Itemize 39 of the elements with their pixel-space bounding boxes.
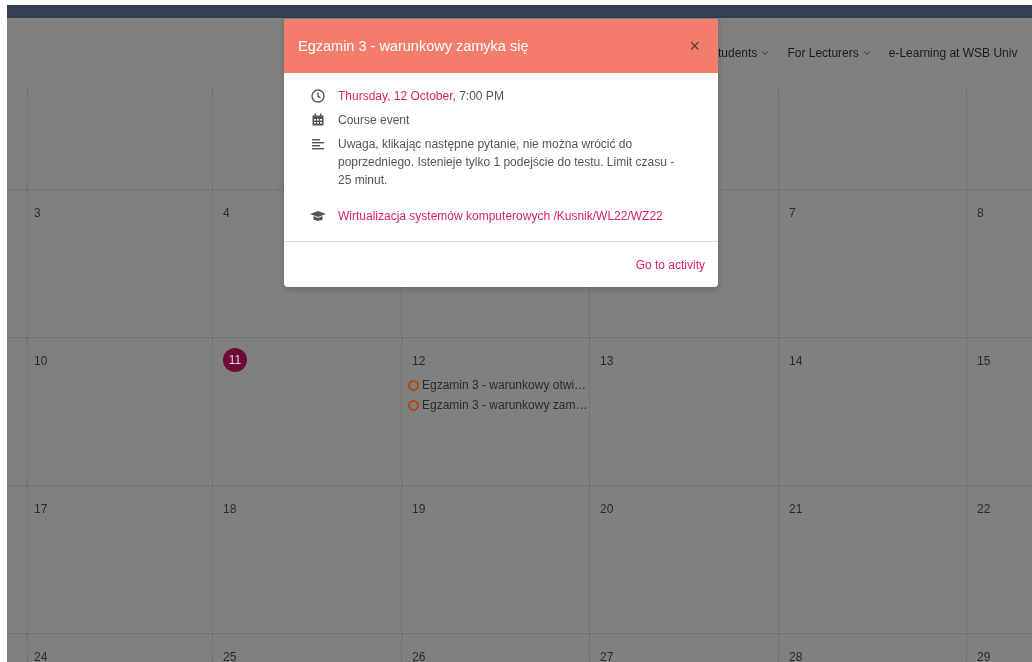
event-date-time: Thursday, 12 October, 7:00 PM — [338, 88, 504, 105]
day-number: 8 — [977, 205, 984, 222]
day-number: 4 — [223, 205, 230, 222]
day-number: 28 — [789, 649, 803, 662]
date-link[interactable]: Thursday, 12 October — [338, 89, 453, 103]
nav-menu-item[interactable]: e-Learning at WSB Univ — [888, 46, 1018, 60]
day-number: 7 — [789, 205, 796, 222]
clock-icon — [310, 89, 326, 103]
calendar-icon — [310, 113, 326, 127]
day-number: 21 — [789, 501, 803, 518]
go-to-activity-link[interactable]: Go to activity — [635, 258, 705, 272]
close-button[interactable]: × — [687, 37, 702, 55]
day-number: 22 — [977, 501, 991, 518]
popup-title: Egzamin 3 - warunkowy zamyka się — [298, 38, 529, 54]
event-link[interactable]: Egzamin 3 - warunkowy zam… — [422, 398, 588, 412]
course-link[interactable]: Wirtualizacja systemów komputerowych /Kusnik/WL22/WZ22 — [338, 207, 663, 225]
day-number: 19 — [412, 501, 426, 518]
day-number: 10 — [34, 353, 48, 370]
event-type: Course event — [338, 112, 410, 129]
nav-menu-item[interactable]: tudents — [718, 46, 770, 60]
event-link[interactable]: Egzamin 3 - warunkowy otwi… — [422, 378, 587, 392]
day-number: 24 — [34, 649, 48, 662]
day-number: 25 — [223, 649, 237, 662]
day-number: 18 — [223, 501, 237, 518]
day-number: 17 — [34, 501, 48, 518]
day-number: 13 — [600, 353, 614, 370]
day-number: 27 — [600, 649, 614, 662]
description-icon — [310, 137, 326, 151]
day-number: 12 — [412, 353, 426, 370]
day-number: 20 — [600, 501, 614, 518]
nav-menu-item[interactable]: For Lecturers — [787, 46, 871, 60]
graduation-cap-icon — [310, 209, 326, 223]
day-number: 3 — [34, 205, 41, 222]
day-number: 29 — [977, 649, 991, 662]
today-day-number: 11 — [223, 348, 247, 372]
day-number: 15 — [977, 353, 991, 370]
event-description: Uwaga, klikając następne pytanie, nie można wrócić do poprzedniego. Istenieje tylko 1 podejście do testu. Limit czasu - 25 minut. — [338, 136, 676, 189]
day-number: 14 — [789, 353, 803, 370]
day-number: 26 — [412, 649, 426, 662]
